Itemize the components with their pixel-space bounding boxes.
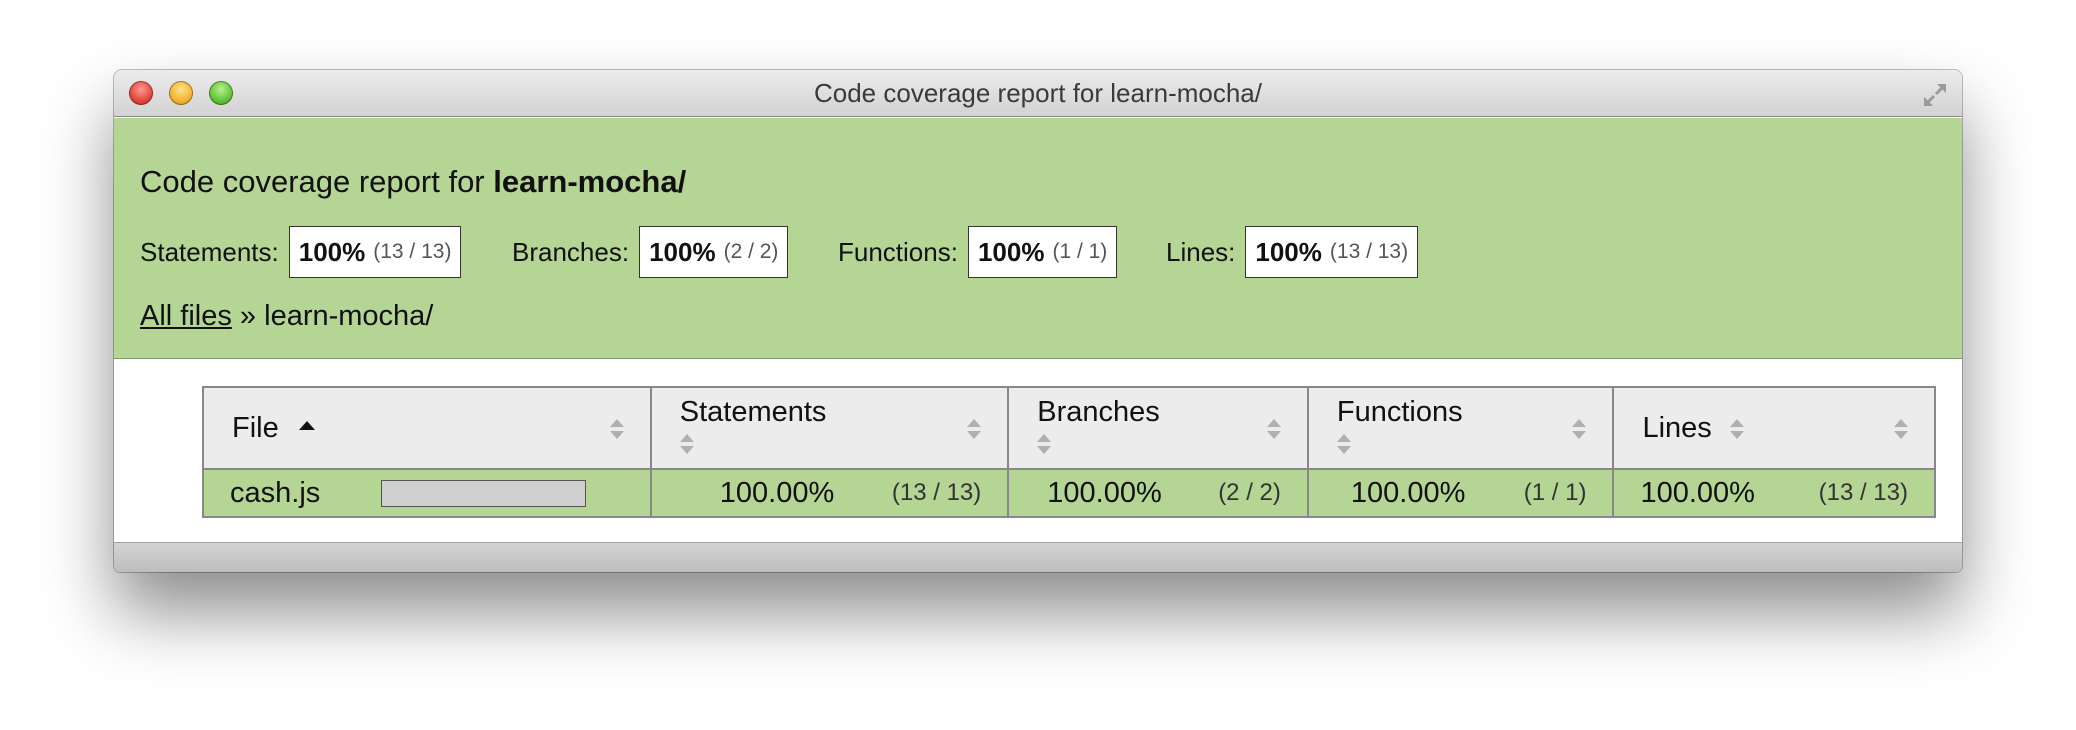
stat-statements: Statements: 100% (13 / 13) xyxy=(140,226,462,278)
stat-value-box: 100% (13 / 13) xyxy=(1245,226,1419,278)
sort-icon[interactable] xyxy=(679,433,694,455)
stat-value-box: 100% (1 / 1) xyxy=(967,226,1118,278)
stat-branches: Branches: 100% (2 / 2) xyxy=(512,226,789,278)
sort-icon[interactable] xyxy=(609,418,624,440)
stat-label: Lines: xyxy=(1166,236,1236,267)
stat-percent: 100% xyxy=(977,236,1045,267)
stat-percent: 100% xyxy=(298,236,366,267)
sort-icon[interactable] xyxy=(1336,433,1351,455)
coverage-table: File Statements Branches Functions Lines… xyxy=(202,386,1936,518)
branches-fraction: (2 / 2) xyxy=(1218,479,1281,506)
summary-panel: Code coverage report for learn-mocha/ St… xyxy=(114,118,1962,359)
sort-icon[interactable] xyxy=(1894,418,1908,440)
stat-percent: 100% xyxy=(649,236,716,267)
functions-cell: 100.00% (1 / 1) xyxy=(1306,468,1615,518)
stat-fraction: (13 / 13) xyxy=(1329,240,1409,263)
column-label: Lines xyxy=(1642,411,1712,444)
breadcrumb-current: learn-mocha/ xyxy=(264,300,434,332)
column-header-statements[interactable]: Statements xyxy=(649,386,1010,470)
stat-label: Functions: xyxy=(838,236,958,267)
stat-label: Statements: xyxy=(140,236,279,267)
table-row: cash.js 100.00% (13 / 13) 100.00% (2 / 2… xyxy=(202,468,1936,518)
coverage-bar xyxy=(380,479,586,507)
branches-percent: 100.00% xyxy=(1047,476,1162,509)
stat-fraction: (2 / 2) xyxy=(723,240,779,263)
stat-functions: Functions: 100% (1 / 1) xyxy=(838,226,1118,278)
stat-label: Branches: xyxy=(512,236,630,267)
page-title-prefix: Code coverage report for xyxy=(140,164,485,199)
statements-cell: 100.00% (13 / 13) xyxy=(649,468,1010,518)
column-header-branches[interactable]: Branches xyxy=(1007,386,1309,470)
sort-icon[interactable] xyxy=(967,418,982,440)
column-header-functions[interactable]: Functions xyxy=(1306,386,1615,470)
stat-lines: Lines: 100% (13 / 13) xyxy=(1166,226,1419,278)
file-link[interactable]: cash.js xyxy=(230,477,320,510)
sort-icon[interactable] xyxy=(1729,418,1744,440)
window-title: Code coverage report for learn-mocha/ xyxy=(813,78,1262,108)
stat-percent: 100% xyxy=(1255,236,1322,267)
breadcrumb: All files » learn-mocha/ xyxy=(140,300,433,333)
sort-icon[interactable] xyxy=(1037,433,1052,455)
column-label: Branches xyxy=(1037,396,1160,428)
breadcrumb-all-files-link[interactable]: All files xyxy=(140,300,232,332)
lines-percent: 100.00% xyxy=(1640,476,1755,509)
sort-icon[interactable] xyxy=(1572,418,1587,440)
functions-fraction: (1 / 1) xyxy=(1523,479,1587,506)
column-label: File xyxy=(232,411,279,444)
lines-fraction: (13 / 13) xyxy=(1818,479,1908,506)
column-header-lines[interactable]: Lines xyxy=(1612,386,1936,470)
page-title: Code coverage report for learn-mocha/ xyxy=(140,164,686,200)
stat-fraction: (1 / 1) xyxy=(1052,240,1108,263)
table-header-row: File Statements Branches Functions Lines xyxy=(202,386,1936,470)
stat-value-box: 100% (2 / 2) xyxy=(639,226,789,278)
column-label: Statements xyxy=(679,396,827,428)
window-footer xyxy=(114,542,1962,572)
page-title-directory: learn-mocha/ xyxy=(493,164,687,199)
branches-cell: 100.00% (2 / 2) xyxy=(1007,468,1309,518)
column-header-file[interactable]: File xyxy=(202,386,652,470)
lines-cell: 100.00% (13 / 13) xyxy=(1612,468,1936,518)
sort-ascending-icon xyxy=(298,421,315,431)
breadcrumb-separator: » xyxy=(239,300,257,332)
fullscreen-icon[interactable] xyxy=(1920,80,1950,110)
sort-icon[interactable] xyxy=(1266,418,1281,440)
coverage-content: File Statements Branches Functions Lines… xyxy=(114,360,1962,542)
title-bar: Code coverage report for learn-mocha/ xyxy=(114,70,1962,117)
stat-fraction: (13 / 13) xyxy=(373,240,452,263)
functions-percent: 100.00% xyxy=(1350,476,1466,509)
statements-fraction: (13 / 13) xyxy=(891,479,982,506)
stat-value-box: 100% (13 / 13) xyxy=(288,226,462,278)
statements-percent: 100.00% xyxy=(719,476,835,509)
column-label: Functions xyxy=(1336,396,1463,428)
app-window: Code coverage report for learn-mocha/ Co… xyxy=(114,70,1962,572)
file-cell: cash.js xyxy=(202,468,652,518)
